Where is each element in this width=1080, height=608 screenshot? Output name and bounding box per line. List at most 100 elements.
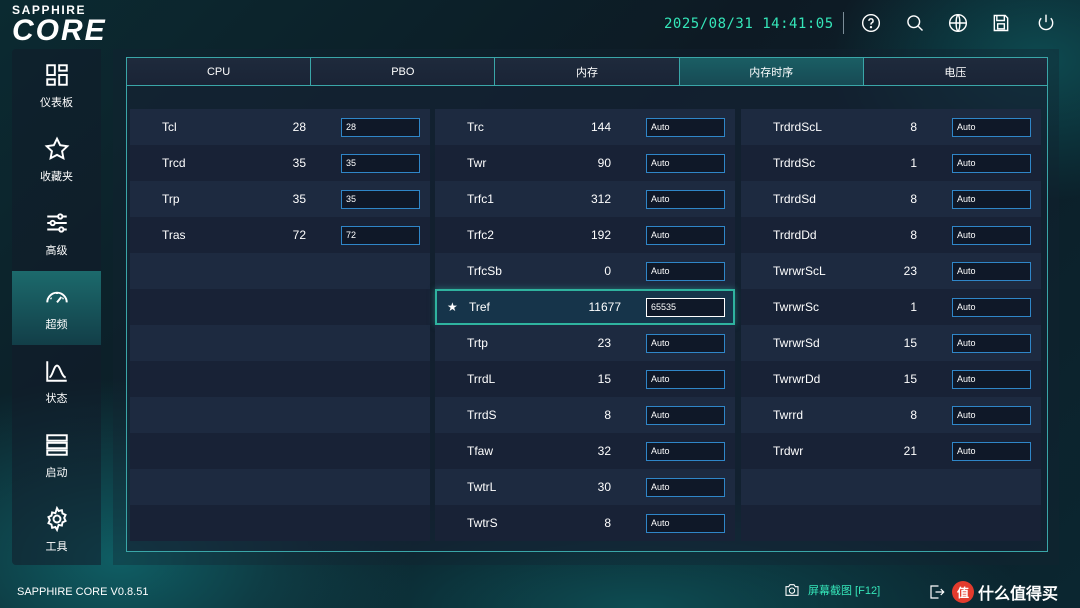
timing-input[interactable]: Auto bbox=[646, 405, 725, 425]
timing-name: TwrwrSd bbox=[773, 336, 820, 350]
brand-core: CORE bbox=[12, 14, 107, 47]
timing-name: TrdrdDd bbox=[773, 228, 817, 242]
sidebar-item-dashboard[interactable]: 仪表板 bbox=[12, 49, 101, 123]
timing-input[interactable]: 35 bbox=[341, 189, 420, 209]
timing-input[interactable]: 35 bbox=[341, 153, 420, 173]
timing-input[interactable]: Auto bbox=[646, 117, 725, 137]
timing-input[interactable]: Auto bbox=[952, 189, 1031, 209]
sidebar-item-label: 收藏夹 bbox=[40, 171, 73, 183]
sidebar-item-tools[interactable]: 工具 bbox=[12, 493, 101, 567]
timing-row: TwrwrScL 23 Auto bbox=[741, 253, 1041, 289]
sidebar-item-boot[interactable]: 启动 bbox=[12, 419, 101, 493]
save-icon[interactable] bbox=[990, 12, 1012, 34]
timing-row: Trcd 35 35 bbox=[130, 145, 430, 181]
timing-input[interactable]: Auto bbox=[646, 261, 725, 281]
timing-current-value: 23 bbox=[903, 264, 917, 278]
timing-input[interactable]: 72 bbox=[341, 225, 420, 245]
watermark-text: 什么值得买 bbox=[978, 586, 1059, 603]
timing-row: TwrwrDd 15 Auto bbox=[741, 361, 1041, 397]
sidebar-item-favorites[interactable]: 收藏夹 bbox=[12, 123, 101, 197]
timing-current-value: 90 bbox=[597, 156, 611, 170]
tab-voltage[interactable]: 电压 bbox=[863, 58, 1048, 85]
brand-logo: SAPPHIRE CORE bbox=[12, 3, 128, 47]
timing-current-value: 144 bbox=[590, 120, 611, 134]
timing-input[interactable]: Auto bbox=[646, 189, 725, 209]
exit-icon[interactable] bbox=[928, 583, 946, 601]
timing-input[interactable]: Auto bbox=[646, 441, 725, 461]
timing-row: Trfc2 192 Auto bbox=[435, 217, 735, 253]
timing-name: Trp bbox=[162, 192, 180, 206]
timing-name: Tras bbox=[162, 228, 186, 242]
timing-current-value: 8 bbox=[604, 408, 611, 422]
timing-row: TrdrdScL 8 Auto bbox=[741, 109, 1041, 145]
timing-row: Tcl 28 28 bbox=[130, 109, 430, 145]
power-icon[interactable] bbox=[1035, 12, 1057, 34]
timing-input[interactable]: Auto bbox=[646, 369, 725, 389]
timing-input[interactable]: Auto bbox=[952, 225, 1031, 245]
datetime: 2025/08/31 14:41:05 bbox=[664, 16, 834, 32]
sidebar-item-advanced[interactable]: 高级 bbox=[12, 197, 101, 271]
sidebar-item-label: 状态 bbox=[45, 393, 68, 405]
timing-name: TwrwrScL bbox=[773, 264, 826, 278]
timing-row-selected[interactable]: ★ Tref 11677 65535 bbox=[435, 289, 735, 325]
timing-current-value: 312 bbox=[590, 192, 611, 206]
timing-name: TrdrdSd bbox=[773, 192, 816, 206]
timing-input[interactable]: Auto bbox=[646, 333, 725, 353]
timing-current-value: 8 bbox=[910, 192, 917, 206]
tab-memory[interactable]: 内存 bbox=[495, 58, 680, 85]
timing-input[interactable]: Auto bbox=[952, 261, 1031, 281]
sliders-icon bbox=[46, 213, 67, 233]
timing-input[interactable]: Auto bbox=[646, 513, 725, 533]
globe-icon[interactable] bbox=[947, 12, 969, 34]
empty-row bbox=[130, 253, 430, 289]
star-icon bbox=[44, 136, 69, 161]
help-icon[interactable] bbox=[860, 12, 882, 34]
sidebar-item-status[interactable]: 状态 bbox=[12, 345, 101, 419]
sidebar-item-overclock[interactable]: 超频 bbox=[12, 271, 101, 345]
timing-row: Twrrd 8 Auto bbox=[741, 397, 1041, 433]
timing-current-value: 23 bbox=[597, 336, 611, 350]
timing-name: Trdwr bbox=[773, 444, 804, 458]
timing-input[interactable]: Auto bbox=[952, 153, 1031, 173]
timing-input[interactable]: Auto bbox=[952, 405, 1031, 425]
timing-name: Trc bbox=[467, 120, 484, 134]
tab-memory-timing[interactable]: 内存时序 bbox=[679, 58, 864, 85]
timing-input[interactable]: Auto bbox=[952, 117, 1031, 137]
server-icon bbox=[45, 434, 68, 456]
gear-icon bbox=[46, 506, 67, 532]
timing-name: Twr bbox=[467, 156, 487, 170]
timing-current-value: 8 bbox=[910, 228, 917, 242]
chart-icon bbox=[45, 361, 67, 382]
timing-input[interactable]: Auto bbox=[646, 153, 725, 173]
timing-input[interactable]: Auto bbox=[952, 441, 1031, 461]
screenshot-button[interactable]: 屏幕截图 [F12] bbox=[784, 582, 880, 598]
timing-input[interactable]: Auto bbox=[646, 225, 725, 245]
search-icon[interactable] bbox=[904, 12, 926, 34]
timing-current-value: 21 bbox=[903, 444, 917, 458]
footer-right: 值 什么值得买 bbox=[928, 580, 1058, 604]
timing-input[interactable]: Auto bbox=[952, 333, 1031, 353]
timing-input[interactable]: Auto bbox=[646, 477, 725, 497]
timing-current-value: 0 bbox=[604, 264, 611, 278]
timing-row: TrdrdSd 8 Auto bbox=[741, 181, 1041, 217]
tab-cpu[interactable]: CPU bbox=[127, 58, 312, 85]
header: SAPPHIRE CORE 2025/08/31 14:41:05 bbox=[0, 0, 1080, 50]
timing-row: TrfcSb 0 Auto bbox=[435, 253, 735, 289]
timing-name: TwrwrDd bbox=[773, 372, 821, 386]
timing-name: TwrwrSc bbox=[773, 300, 819, 314]
timing-input[interactable]: Auto bbox=[952, 369, 1031, 389]
timing-current-value: 192 bbox=[590, 228, 611, 242]
screenshot-label: 屏幕截图 [F12] bbox=[808, 585, 881, 597]
timing-input[interactable]: 28 bbox=[341, 117, 420, 137]
empty-row bbox=[130, 361, 430, 397]
favorite-star-icon[interactable]: ★ bbox=[447, 300, 458, 314]
timing-row: Tfaw 32 Auto bbox=[435, 433, 735, 469]
timing-row: Trtp 23 Auto bbox=[435, 325, 735, 361]
timing-input[interactable]: 65535 bbox=[646, 297, 725, 317]
timing-row: Trp 35 35 bbox=[130, 181, 430, 217]
timing-current-value: 35 bbox=[292, 192, 306, 206]
timing-row: Trdwr 21 Auto bbox=[741, 433, 1041, 469]
tab-pbo[interactable]: PBO bbox=[311, 58, 496, 85]
timing-input[interactable]: Auto bbox=[952, 297, 1031, 317]
timing-row: Trc 144 Auto bbox=[435, 109, 735, 145]
